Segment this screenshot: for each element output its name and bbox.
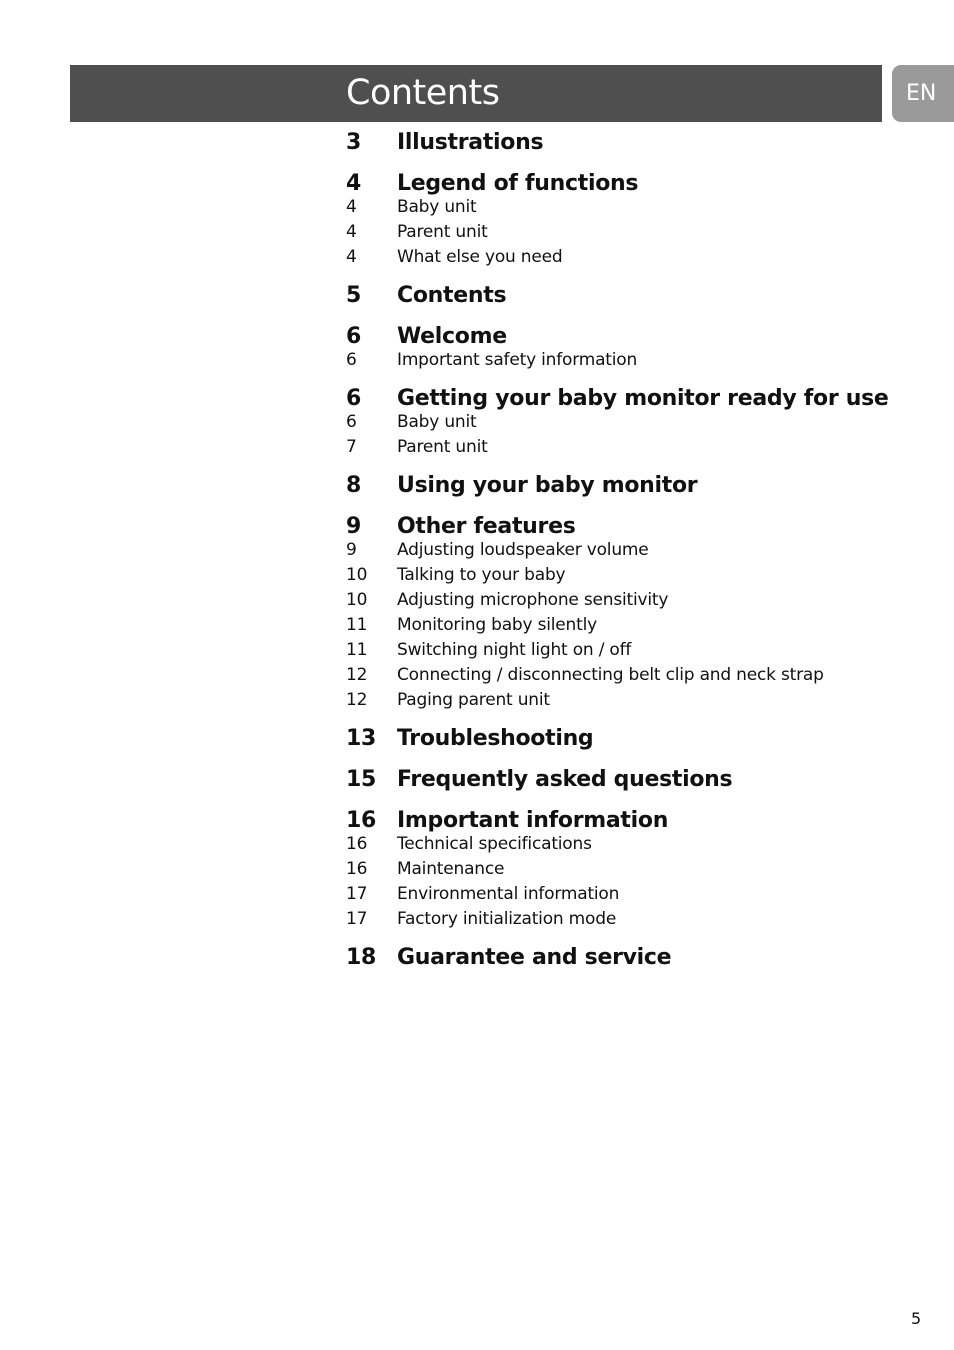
toc-section[interactable]: 8 Using your baby monitor: [346, 471, 926, 501]
toc-subsection[interactable]: 9 Adjusting loudspeaker volume: [346, 538, 926, 563]
toc-section-page: 15: [346, 767, 377, 792]
toc-subsection[interactable]: 16 Maintenance: [346, 857, 926, 882]
toc-subsection-page: 4: [346, 197, 357, 217]
toc-subsection-title: Switching night light on / off: [397, 640, 632, 660]
toc-subsection-page: 17: [346, 884, 368, 904]
toc-subsection[interactable]: 7 Parent unit: [346, 435, 926, 460]
toc-section-title: Contents: [397, 283, 507, 308]
toc-subsection-page: 10: [346, 565, 368, 585]
toc-subsection[interactable]: 10 Adjusting microphone sensitivity: [346, 588, 926, 613]
language-tab: EN: [892, 65, 954, 122]
toc-section-page: 13: [346, 726, 377, 751]
toc-section-page: 5: [346, 283, 362, 308]
toc-subsection-page: 12: [346, 665, 368, 685]
toc-subsection-title: Connecting / disconnecting belt clip and…: [397, 665, 824, 685]
header-bar: Contents: [70, 65, 882, 122]
toc-subsection[interactable]: 12 Connecting / disconnecting belt clip a…: [346, 663, 926, 688]
toc-subsection[interactable]: 6 Important safety information: [346, 348, 926, 373]
toc-subsection-title: Adjusting microphone sensitivity: [397, 590, 669, 610]
page-title: Contents: [346, 73, 500, 113]
toc-section-title: Illustrations: [397, 130, 544, 155]
toc-section-title: Using your baby monitor: [397, 473, 698, 498]
toc-subsection-page: 16: [346, 834, 368, 854]
toc-subsection-page: 16: [346, 859, 368, 879]
toc-subsection-title: Talking to your baby: [397, 565, 566, 585]
toc-section[interactable]: 3 Illustrations: [346, 128, 926, 158]
table-of-contents: 3 Illustrations 4 Legend of functions 4 Baby …: [346, 128, 926, 973]
toc-subsection-page: 10: [346, 590, 368, 610]
toc-subsection-page: 6: [346, 412, 357, 432]
toc-subsection[interactable]: 11 Switching night light on / off: [346, 638, 926, 663]
toc-subsection[interactable]: 17 Environmental information: [346, 882, 926, 907]
toc-section-title: Frequently asked questions: [397, 767, 733, 792]
toc-section-page: 8: [346, 473, 362, 498]
toc-subsection-title: Factory initialization mode: [397, 909, 617, 929]
toc-subsection-title: Important safety information: [397, 350, 638, 370]
toc-subsection-page: 12: [346, 690, 368, 710]
toc-subsection[interactable]: 4 What else you need: [346, 245, 926, 270]
toc-subsection-title: Adjusting loudspeaker volume: [397, 540, 649, 560]
toc-subsection-title: Baby unit: [397, 412, 477, 432]
toc-subsection-title: Baby unit: [397, 197, 477, 217]
toc-subsection-page: 7: [346, 437, 357, 457]
toc-subsection-title: Environmental information: [397, 884, 620, 904]
page-number: 5: [911, 1309, 922, 1328]
toc-section[interactable]: 15 Frequently asked questions: [346, 765, 926, 795]
toc-section-title: Troubleshooting: [397, 726, 594, 751]
toc-section-page: 3: [346, 130, 362, 155]
toc-subsection[interactable]: 10 Talking to your baby: [346, 563, 926, 588]
toc-subsection-page: 6: [346, 350, 357, 370]
toc-section[interactable]: 5 Contents: [346, 281, 926, 311]
toc-subsection-title: Paging parent unit: [397, 690, 550, 710]
toc-subsection-page: 4: [346, 247, 357, 267]
toc-subsection-page: 4: [346, 222, 357, 242]
toc-subsection-page: 9: [346, 540, 357, 560]
toc-subsection-title: Maintenance: [397, 859, 505, 879]
toc-section-page: 18: [346, 945, 377, 970]
toc-subsection-title: What else you need: [397, 247, 563, 267]
toc-section[interactable]: 18 Guarantee and service: [346, 943, 926, 973]
toc-subsection-title: Parent unit: [397, 222, 488, 242]
toc-section[interactable]: 13 Troubleshooting: [346, 724, 926, 754]
toc-subsection[interactable]: 11 Monitoring baby silently: [346, 613, 926, 638]
toc-section-title: Guarantee and service: [397, 945, 672, 970]
toc-subsection-title: Parent unit: [397, 437, 488, 457]
toc-subsection[interactable]: 12 Paging parent unit: [346, 688, 926, 713]
toc-subsection[interactable]: 17 Factory initialization mode: [346, 907, 926, 932]
toc-subsection-page: 11: [346, 615, 368, 635]
toc-subsection-page: 11: [346, 640, 368, 660]
toc-subsection[interactable]: 4 Parent unit: [346, 220, 926, 245]
toc-subsection-title: Technical specifications: [397, 834, 592, 854]
toc-subsection-page: 17: [346, 909, 368, 929]
toc-subsection-title: Monitoring baby silently: [397, 615, 597, 635]
